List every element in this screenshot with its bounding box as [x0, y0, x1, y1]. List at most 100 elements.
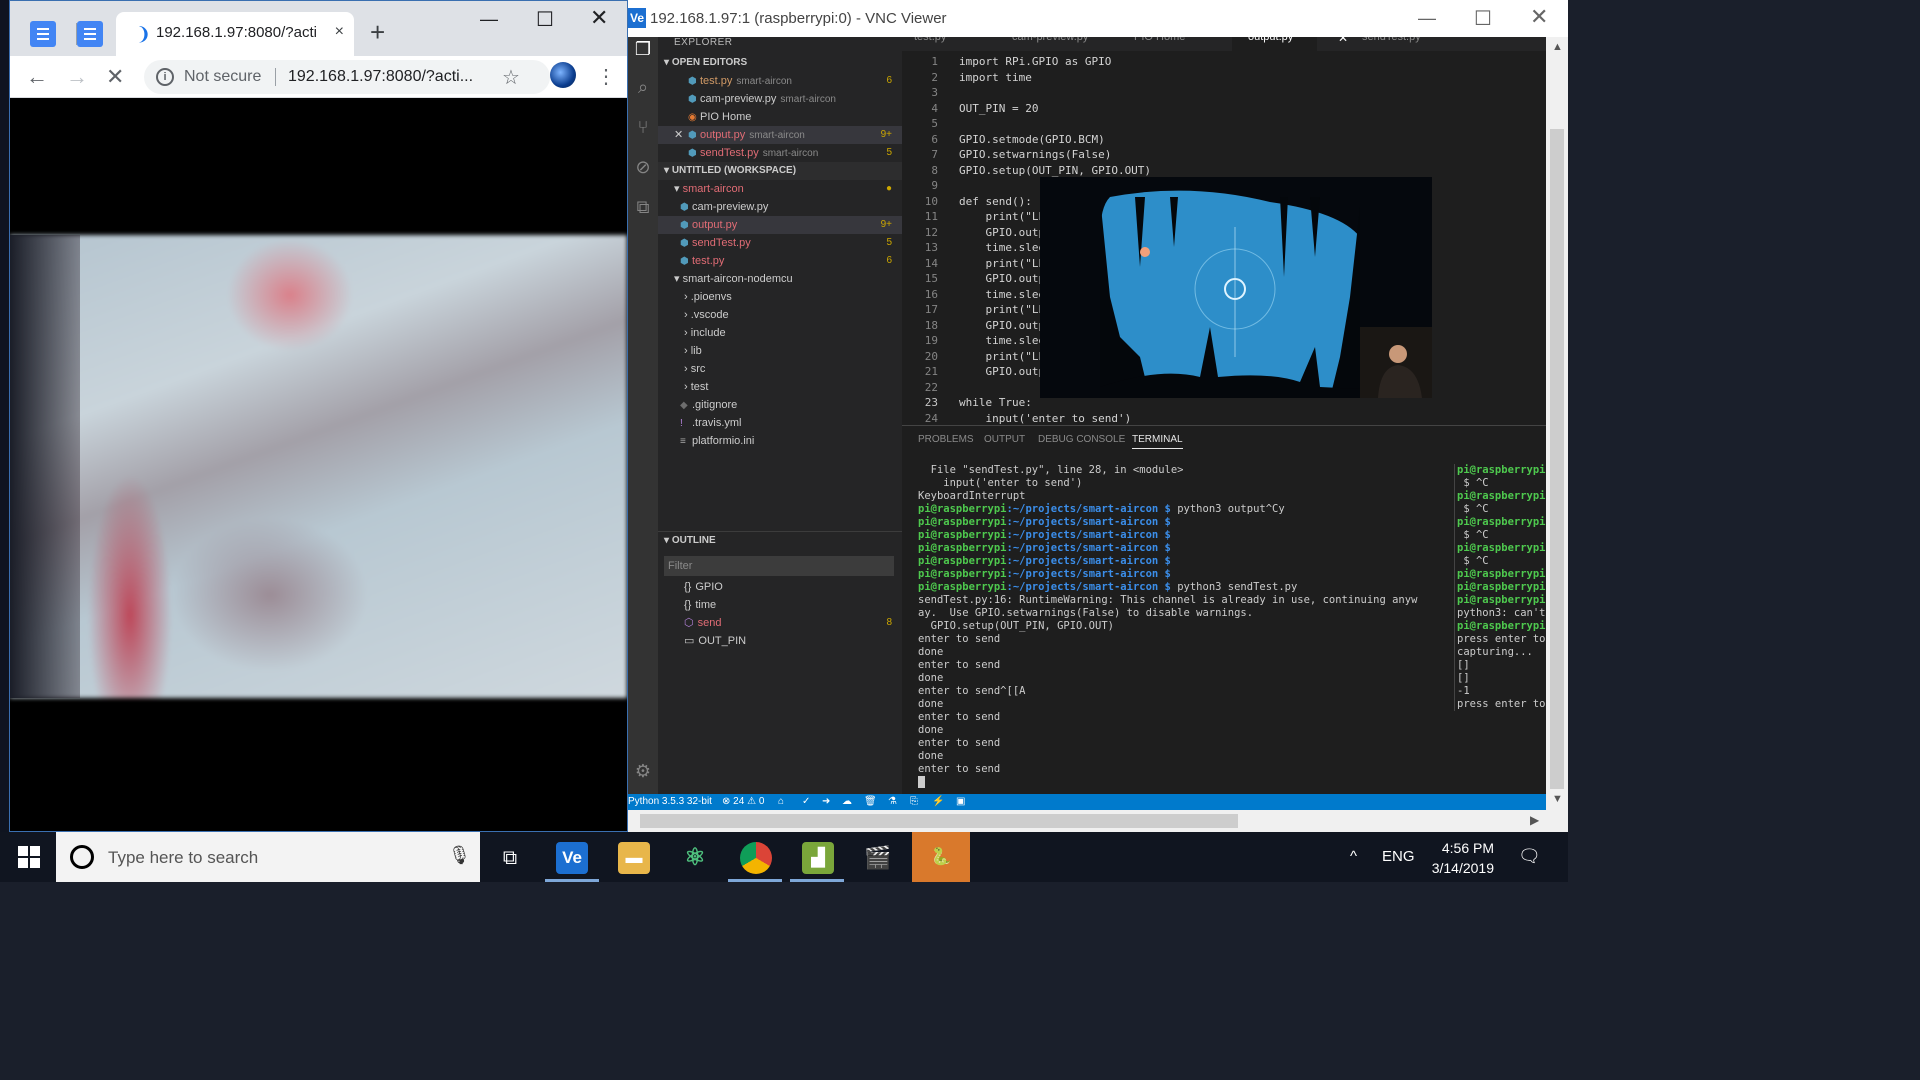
extensions-icon[interactable]: ⧉ [632, 197, 654, 219]
google-docs-app-icon[interactable] [30, 21, 56, 47]
terminal-pane-2[interactable]: pi@raspberrypi $ ^C pi@raspberrypi $ ^C pi… [1454, 464, 1548, 711]
forward-arrow-icon[interactable]: → [66, 64, 88, 90]
tab-sendtest-py[interactable]: sendTest.py [1362, 37, 1421, 51]
chrome-menu-icon[interactable]: ⋮ [596, 64, 616, 89]
open-editor-item[interactable]: ⬢ sendTest.py smart-aircon 5 [658, 144, 902, 162]
close-window-icon[interactable]: ✕ [590, 5, 608, 31]
folder-item[interactable]: › .vscode [658, 306, 902, 324]
serial-monitor-icon[interactable]: ⎘ [910, 794, 918, 810]
maximize-icon[interactable]: ☐ [536, 7, 554, 32]
tab-output-py[interactable]: output.py [1232, 37, 1318, 51]
close-editor-icon[interactable]: ✕ [674, 126, 688, 144]
explorer-files-icon[interactable]: ❐ [632, 39, 654, 61]
test-icon[interactable]: ⚗ [888, 794, 897, 810]
taskbar-search-box[interactable]: Type here to search 🎙 [56, 832, 480, 882]
address-bar[interactable]: i Not secure 192.168.1.97:8080/?acti... … [144, 60, 550, 94]
movie-clapper-icon[interactable]: 🎬 [862, 842, 894, 874]
close-tab-icon[interactable]: ✕ [1338, 37, 1348, 51]
open-editor-item-active[interactable]: ✕ ⬢ output.py smart-aircon 9+ [658, 126, 902, 144]
folder-item[interactable]: ▾ smart-aircon ● [658, 180, 902, 198]
file-item[interactable]: ⬢ test.py 6 [658, 252, 902, 270]
open-editor-item[interactable]: ◉ PIO Home [658, 108, 902, 126]
outline-section[interactable]: ▾ OUTLINE [658, 531, 902, 549]
python-interpreter[interactable]: Python 3.5.3 32-bit [628, 794, 712, 810]
cloud-upload-icon[interactable]: ☁ [842, 794, 852, 810]
app-chart-icon[interactable]: ▟ [802, 842, 834, 874]
vnc-maximize-icon[interactable]: ☐ [1474, 6, 1492, 31]
scroll-up-icon[interactable]: ▲ [1552, 41, 1563, 53]
active-browser-tab[interactable]: ❩ 192.168.1.97:8080/?actio × [116, 12, 354, 56]
info-icon[interactable]: i [156, 68, 174, 86]
outline-item[interactable]: ⬡ send 8 [658, 614, 902, 632]
settings-gear-icon[interactable]: ⚙ [632, 761, 654, 783]
input-language[interactable]: ENG [1382, 848, 1415, 865]
vnc-minimize-icon[interactable]: — [1418, 8, 1436, 29]
vscroll-thumb[interactable] [1550, 129, 1564, 789]
outline-item[interactable]: ▭ OUT_PIN [658, 632, 902, 650]
show-hidden-icons-chevron-icon[interactable]: ^ [1350, 848, 1357, 865]
file-item[interactable]: ≡ platformio.ini [658, 432, 902, 450]
tab-test-py[interactable]: test.py [914, 37, 946, 51]
trash-icon[interactable]: 🗑 [864, 794, 877, 810]
tab-problems[interactable]: PROBLEMS [918, 434, 974, 445]
vnc-viewer-taskbar-icon[interactable]: Ve [556, 842, 588, 874]
file-explorer-icon[interactable]: ▬ [618, 842, 650, 874]
atom-editor-icon[interactable]: ⚛ [679, 842, 711, 874]
folder-item[interactable]: › lib [658, 342, 902, 360]
chrome-taskbar-icon[interactable] [740, 842, 772, 874]
tab-terminal[interactable]: TERMINAL [1132, 434, 1183, 449]
file-item[interactable]: ◆ .gitignore [658, 396, 902, 414]
source-control-icon[interactable]: ⑂ [632, 117, 654, 139]
folder-item[interactable]: ▾ smart-aircon-nodemcu [658, 270, 902, 288]
folder-item[interactable]: › src [658, 360, 902, 378]
folder-item[interactable]: › test [658, 378, 902, 396]
search-icon[interactable]: ⌕ [632, 77, 654, 99]
file-item[interactable]: ⬢ sendTest.py 5 [658, 234, 902, 252]
scroll-right-icon[interactable]: ▶ [1530, 813, 1539, 827]
url-text[interactable]: 192.168.1.97:8080/?acti... [288, 68, 488, 86]
build-check-icon[interactable]: ✓ [802, 794, 810, 810]
python-app-taskbar-icon[interactable]: 🐍 [912, 832, 970, 882]
upload-arrow-icon[interactable]: ➜ [822, 794, 830, 810]
cortana-icon[interactable] [70, 845, 94, 869]
file-item-selected[interactable]: ⬢ output.py 9+ [658, 216, 902, 234]
notification-center-icon[interactable]: 🗨 [1518, 846, 1541, 867]
profile-avatar[interactable] [550, 62, 576, 88]
tab-cam-preview[interactable]: cam-preview.py [1012, 37, 1088, 51]
windows-start-icon[interactable] [18, 846, 40, 868]
open-editor-item[interactable]: ⬢ cam-preview.py smart-aircon [658, 90, 902, 108]
outline-item[interactable]: {} GPIO [658, 578, 902, 596]
vnc-vertical-scrollbar[interactable]: ▲ ▼ [1546, 37, 1568, 810]
stop-loading-icon[interactable]: ✕ [106, 64, 124, 90]
tab-pio-home[interactable]: PIO Home [1134, 37, 1185, 51]
system-clock[interactable]: 4:56 PM 3/14/2019 [1426, 838, 1494, 878]
scroll-down-icon[interactable]: ▼ [1552, 793, 1563, 805]
task-view-icon[interactable]: ⧉ [494, 842, 526, 874]
terminal-icon[interactable]: ▣ [956, 794, 965, 810]
minimize-icon[interactable]: — [480, 9, 498, 30]
folder-item[interactable]: › .pioenvs [658, 288, 902, 306]
close-tab-icon[interactable]: × [335, 23, 344, 41]
workspace-section[interactable]: ▾ UNTITLED (WORKSPACE) [658, 162, 902, 180]
file-item[interactable]: ⬢ cam-preview.py [658, 198, 902, 216]
new-tab-button[interactable]: + [370, 17, 385, 48]
google-docs-app-icon-2[interactable] [77, 21, 103, 47]
folder-item[interactable]: › include [658, 324, 902, 342]
outline-filter-input[interactable]: Filter [664, 556, 894, 576]
outline-item[interactable]: {} time [658, 596, 902, 614]
file-item[interactable]: ! .travis.yml [658, 414, 902, 432]
vnc-close-icon[interactable]: ✕ [1530, 4, 1548, 30]
bookmark-star-icon[interactable]: ☆ [502, 65, 520, 90]
security-status[interactable]: Not secure [184, 68, 261, 86]
open-editor-item[interactable]: ⬢ test.py smart-aircon 6 [658, 72, 902, 90]
terminal-pane-1[interactable]: File "sendTest.py", line 28, in <module>… [918, 464, 1438, 788]
hscroll-thumb[interactable] [640, 814, 1238, 828]
problems-indicator[interactable]: ⊗ 24 ⚠ 0 [722, 794, 764, 810]
debug-icon[interactable]: ⊘ [632, 157, 654, 179]
back-arrow-icon[interactable]: ← [26, 64, 48, 90]
vnc-horizontal-scrollbar[interactable]: ▶ [628, 810, 1568, 832]
plug-icon[interactable]: ⚡ [932, 794, 944, 810]
home-icon[interactable]: ⌂ [778, 794, 784, 810]
microphone-icon[interactable]: 🎙 [448, 845, 471, 866]
tab-debug-console[interactable]: DEBUG CONSOLE [1038, 434, 1125, 445]
